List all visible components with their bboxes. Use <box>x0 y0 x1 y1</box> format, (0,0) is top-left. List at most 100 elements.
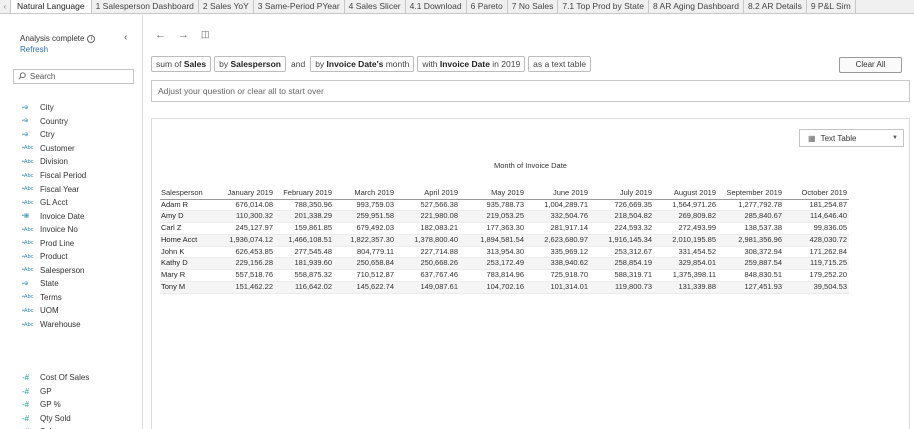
field-item[interactable]: •Abc Salesperson <box>22 264 140 278</box>
table-cell: 229,156.28 <box>218 257 275 271</box>
sheet-tab[interactable]: 7 No Sales <box>508 0 559 13</box>
string-icon: •Abc <box>22 226 34 233</box>
sheet-tab[interactable]: 6 Pareto <box>467 0 508 13</box>
collapse-pane-icon[interactable]: ‹ <box>124 32 127 43</box>
field-item[interactable]: -# GP <box>22 385 140 399</box>
sheet-tab[interactable]: 8 AR Aging Dashboard <box>649 0 744 13</box>
clear-all-button[interactable]: Clear All <box>839 57 902 73</box>
string-icon: •Abc <box>22 294 34 301</box>
analysis-status-text: Analysis complete <box>20 34 85 43</box>
table-cell: 338,940.62 <box>526 257 590 271</box>
field-item[interactable]: •Abc GL Acct <box>22 196 140 210</box>
row-label: Amy D <box>160 210 218 224</box>
pill-text: by <box>315 59 327 69</box>
field-search[interactable] <box>13 69 134 84</box>
pill-dimension-salesperson[interactable]: by Salesperson <box>214 56 286 72</box>
question-input[interactable] <box>152 81 909 101</box>
field-label: Country <box>40 116 69 126</box>
question-box[interactable] <box>151 80 910 102</box>
viz-type-dropdown[interactable]: ▦ Text Table ▼ <box>799 129 904 147</box>
pill-field: Invoice Date's <box>326 59 384 69</box>
analysis-status: Analysis complete i <box>20 34 96 43</box>
table-cell: 679,492.03 <box>334 222 396 235</box>
back-arrow-icon[interactable]: ← <box>155 29 166 41</box>
pill-filter-date[interactable]: with Invoice Date in 2019 <box>417 56 526 72</box>
field-item[interactable]: •Abc Division <box>22 155 140 169</box>
field-item[interactable]: -# Qty Sold <box>22 412 140 426</box>
field-item[interactable]: •⊕ State <box>22 277 140 291</box>
refresh-link[interactable]: Refresh <box>20 45 48 54</box>
new-sheet-icon[interactable]: ◫ <box>201 29 210 41</box>
table-row: Kathy D 229,156.28 181,939.60 250,658.84 250… <box>160 257 849 271</box>
sheet-tab[interactable]: 8.2 AR Details <box>744 0 807 13</box>
field-item[interactable]: •Abc Invoice No <box>22 223 140 237</box>
field-item[interactable]: •Abc Warehouse <box>22 318 140 332</box>
pill-text: month <box>383 59 410 69</box>
sheet-tab[interactable]: 4 Sales Slicer <box>345 0 406 13</box>
pill-dimension-month[interactable]: by Invoice Date's month <box>310 56 415 72</box>
sheet-tab[interactable]: 3 Same-Period PYear <box>254 0 345 13</box>
sheet-tab[interactable]: 1 Salesperson Dashboard <box>92 0 199 13</box>
sheet-tab[interactable]: 2 Sales YoY <box>199 0 254 13</box>
table-cell: 227,714.88 <box>396 246 460 259</box>
table-cell: 1,936,074.12 <box>218 234 275 247</box>
field-label: Invoice No <box>40 225 78 235</box>
row-label: Carl Z <box>160 222 218 235</box>
column-group-title: Month of Invoice Date <box>494 161 567 170</box>
table-row: Tony M 151,462.22 116,642.02 145,622.74 149,… <box>160 281 849 294</box>
table-cell: 626,453.85 <box>218 246 275 259</box>
chevron-down-icon: ▼ <box>892 135 898 141</box>
sheet-tab[interactable]: Natural Language <box>11 0 92 13</box>
table-cell: 179,252.20 <box>784 269 849 283</box>
column-header: October 2019 <box>784 177 849 200</box>
search-input[interactable] <box>30 72 130 81</box>
table-cell: 588,319.71 <box>590 269 654 283</box>
sheet-tab[interactable]: 4.1 Download <box>406 0 467 13</box>
forward-arrow-icon[interactable]: → <box>178 29 189 41</box>
data-pane: Analysis complete i Refresh ‹ •⊕ City •⊕ Co… <box>0 15 143 429</box>
tab-scroll-left-icon[interactable]: ‹ <box>0 0 11 13</box>
sheet-tab[interactable]: 9 P&L Sim <box>807 0 856 13</box>
table-cell: 127,451.93 <box>718 281 784 294</box>
field-item[interactable]: •⊕ Ctry <box>22 128 140 142</box>
pill-viz-type[interactable]: as a text table <box>528 56 592 72</box>
field-item[interactable]: •⊕ City <box>22 101 140 115</box>
field-item[interactable]: -# Cost Of Sales <box>22 371 140 385</box>
pill-text: with <box>422 59 440 69</box>
table-cell: 272,493.99 <box>654 222 718 235</box>
table-cell: 1,822,357.30 <box>334 234 396 247</box>
field-item[interactable]: -#Sales <box>22 425 140 429</box>
field-item[interactable]: •Abc Fiscal Year <box>22 182 140 196</box>
table-cell: 259,951.58 <box>334 210 396 224</box>
pill-field: Sales <box>183 59 207 69</box>
query-bar: sum of Sales by Salesperson and by Invoi… <box>151 56 592 72</box>
table-cell: 221,980.08 <box>396 210 460 224</box>
table-cell: 726,669.35 <box>590 199 654 212</box>
field-item[interactable]: •▦ Invoice Date <box>22 209 140 223</box>
table-cell: 676,014.08 <box>218 199 275 212</box>
field-label: Salesperson <box>40 265 85 275</box>
field-item[interactable]: •Abc Prod Line <box>22 236 140 250</box>
field-item[interactable]: -# GP % <box>22 398 140 412</box>
row-label: Kathy D <box>160 257 218 271</box>
pill-measure[interactable]: sum of Sales <box>151 56 212 72</box>
table-row: Amy D 110,300.32 201,338.29 259,951.58 221,9… <box>160 210 849 224</box>
field-item[interactable]: •Abc Fiscal Period <box>22 169 140 183</box>
field-label: State <box>40 279 59 289</box>
table-row: Adam R 676,014.08 788,350.96 993,759.03 527,… <box>160 199 849 212</box>
sheet-tab[interactable]: 7.1 Top Prod by State <box>558 0 649 13</box>
table-cell: 848,830.51 <box>718 269 784 283</box>
table-cell: 119,800.73 <box>590 281 654 294</box>
field-item[interactable]: •Abc UOM <box>22 304 140 318</box>
string-icon: •Abc <box>22 267 34 274</box>
field-item[interactable]: •Abc Customer <box>22 142 140 156</box>
table-body: Adam R 676,014.08 788,350.96 993,759.03 527,… <box>160 199 849 294</box>
string-icon: •Abc <box>22 199 34 206</box>
field-item[interactable]: •Abc Product <box>22 250 140 264</box>
table-cell: 1,375,398.11 <box>654 269 718 283</box>
field-item[interactable]: •Abc Terms <box>22 291 140 305</box>
column-header: April 2019 <box>396 177 460 200</box>
measure-icon: -# <box>22 373 30 383</box>
field-item[interactable]: •⊕ Country <box>22 115 140 129</box>
info-icon[interactable]: i <box>87 34 96 43</box>
